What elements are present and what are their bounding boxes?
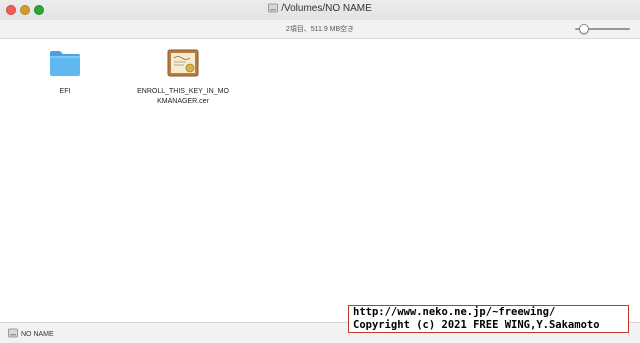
- folder-icon: [50, 51, 80, 76]
- copyright-watermark: http://www.neko.ne.jp/~freewing/ Copyrig…: [348, 305, 629, 333]
- file-item-certificate[interactable]: ENROLL_THIS_KEY_IN_MO KMANAGER.cer: [122, 48, 244, 107]
- disk-icon: [8, 328, 18, 338]
- file-label: ENROLL_THIS_KEY_IN_MO KMANAGER.cer: [122, 87, 244, 107]
- icon-size-slider[interactable]: [575, 24, 630, 34]
- path-item[interactable]: NO NAME: [8, 328, 54, 338]
- status-bar: 2項目、511.9 MB空き: [0, 20, 640, 39]
- title-bar: /Volumes/NO NAME: [0, 0, 640, 20]
- file-label: EFI: [59, 88, 71, 95]
- status-text: 2項目、511.9 MB空き: [285, 26, 355, 33]
- window-title: /Volumes/NO NAME: [0, 3, 640, 14]
- watermark-copyright: Copyright (c) 2021 FREE WING,Y.Sakamoto: [353, 319, 600, 331]
- path-label: NO NAME: [21, 331, 54, 338]
- file-label-line2: KMANAGER.cer: [157, 98, 209, 105]
- watermark-url: http://www.neko.ne.jp/~freewing/: [353, 306, 556, 318]
- slider-knob[interactable]: [579, 24, 589, 34]
- file-label-line1: ENROLL_THIS_KEY_IN_MO: [137, 88, 229, 95]
- window-title-text: /Volumes/NO NAME: [281, 3, 372, 14]
- certificate-icon: [167, 49, 199, 77]
- file-item-efi[interactable]: EFI: [40, 48, 90, 97]
- disk-icon: [268, 3, 279, 13]
